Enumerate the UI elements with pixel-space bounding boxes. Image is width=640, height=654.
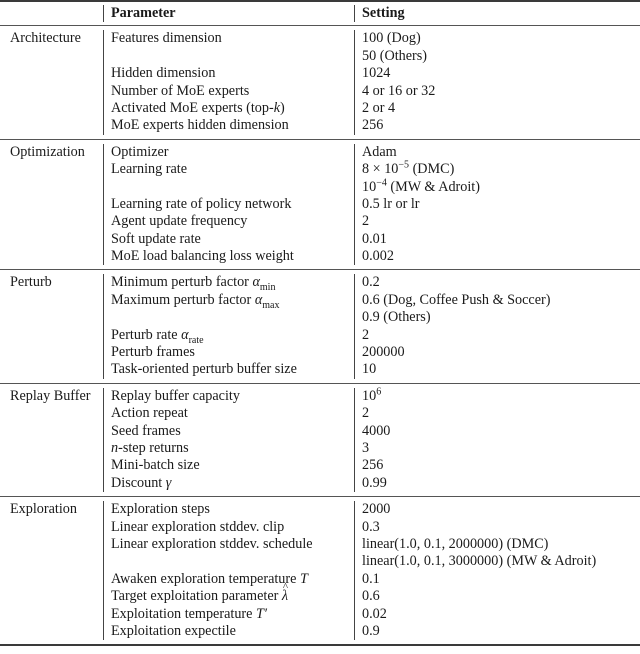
- setting-value: 2: [362, 326, 370, 343]
- group-optimization: Optimization Optimizer Learning rate Lea…: [0, 140, 640, 270]
- setting-value: 0.002: [362, 248, 394, 265]
- param-label: Task-oriented perturb buffer size: [111, 361, 297, 378]
- param-label: MoE load balancing loss weight: [111, 248, 294, 265]
- param-label: Agent update frequency: [111, 213, 248, 230]
- setting-value: 1024: [362, 65, 391, 82]
- setting-value: 10: [362, 361, 377, 378]
- param-label: n-step returns: [111, 440, 189, 456]
- setting-value: 0.9: [362, 622, 380, 639]
- setting-value: linear(1.0, 0.1, 2000000) (DMC): [362, 535, 549, 552]
- setting-value: 0.9 (Others): [362, 309, 431, 326]
- setting-value: 50 (Others): [362, 47, 428, 64]
- param-label: Exploitation temperature T′: [111, 605, 267, 622]
- setting-value: 106: [362, 386, 382, 404]
- group-label: Architecture: [10, 30, 81, 47]
- param-label: Linear exploration stddev. schedule: [111, 535, 313, 552]
- setting-value: 200000: [362, 344, 405, 361]
- group-label: Optimization: [10, 143, 85, 160]
- group-label: Perturb: [10, 274, 52, 291]
- group-perturb: Perturb Minimum perturb factor αmin Maxi…: [0, 270, 640, 382]
- group-architecture: Architecture Features dimension Hidden d…: [0, 26, 640, 138]
- setting-value: 0.1: [362, 570, 380, 587]
- setting-value: 0.2: [362, 274, 380, 291]
- setting-value: 0.02: [362, 605, 387, 622]
- group-label: Exploration: [10, 501, 77, 518]
- group-replay-buffer: Replay Buffer Replay buffer capacity Act…: [0, 384, 640, 496]
- setting-value: 2: [362, 405, 370, 422]
- param-label: Soft update rate: [111, 230, 201, 247]
- setting-value: 100 (Dog): [362, 30, 421, 47]
- table-header: Parameter Setting: [0, 2, 640, 25]
- setting-value: 0.01: [362, 230, 387, 247]
- setting-value: 2: [362, 213, 370, 230]
- setting-value: 10−4 (MW & Adroit): [362, 176, 480, 195]
- setting-value: 256: [362, 117, 384, 134]
- header-category: [0, 5, 103, 22]
- setting-value: linear(1.0, 0.1, 3000000) (MW & Adroit): [362, 553, 597, 570]
- param-label: Features dimension: [111, 30, 222, 47]
- setting-value: 0.3: [362, 518, 380, 535]
- param-label: Perturb frames: [111, 344, 195, 361]
- param-label: Replay buffer capacity: [111, 387, 240, 404]
- param-label: Linear exploration stddev. clip: [111, 518, 285, 535]
- param-label: Perturb rate αrate: [111, 326, 204, 346]
- param-label: Learning rate of policy network: [111, 195, 292, 212]
- param-label: Awaken exploration temperature T: [111, 570, 308, 587]
- header-parameter: Parameter: [103, 5, 354, 23]
- setting-value: 3: [362, 440, 370, 456]
- param-label: Seed frames: [111, 422, 181, 439]
- setting-value: 0.5 lr or lr: [362, 195, 420, 212]
- param-label: Target exploitation parameter λ: [111, 579, 354, 605]
- param-label: Minimum perturb factor αmin: [111, 274, 276, 294]
- setting-value: 2000: [362, 501, 391, 518]
- param-label: Action repeat: [111, 405, 188, 422]
- setting-value: 4000: [362, 422, 391, 439]
- param-label: MoE experts hidden dimension: [111, 117, 289, 134]
- param-label: Activated MoE experts (top-k): [111, 99, 285, 116]
- param-label: Hidden dimension: [111, 65, 216, 82]
- setting-value: 8 × 10−5 (DMC): [362, 159, 455, 178]
- group-label: Replay Buffer: [10, 387, 91, 404]
- bottom-rule: [0, 644, 640, 647]
- setting-value: 2 or 4: [362, 99, 396, 116]
- param-label: Exploration steps: [111, 501, 210, 518]
- param-label: Learning rate: [111, 161, 188, 178]
- setting-value: 0.6: [362, 588, 380, 605]
- header-setting: Setting: [354, 5, 640, 23]
- setting-value: 4 or 16 or 32: [362, 82, 436, 99]
- group-exploration: Exploration Exploration steps Linear exp…: [0, 497, 640, 644]
- param-label: Discount γ: [111, 474, 172, 491]
- setting-value: 0.6 (Dog, Coffee Push & Soccer): [362, 291, 551, 308]
- setting-value: 0.99: [362, 474, 387, 491]
- param-label: Maximum perturb factor αmax: [111, 291, 280, 311]
- param-label: Number of MoE experts: [111, 82, 250, 99]
- param-label: Exploitation expectile: [111, 622, 236, 639]
- setting-value: 256: [362, 457, 384, 474]
- param-label: Optimizer: [111, 143, 169, 160]
- hyperparameter-table: Parameter Setting Architecture Features …: [0, 0, 640, 647]
- param-label: Mini-batch size: [111, 457, 200, 474]
